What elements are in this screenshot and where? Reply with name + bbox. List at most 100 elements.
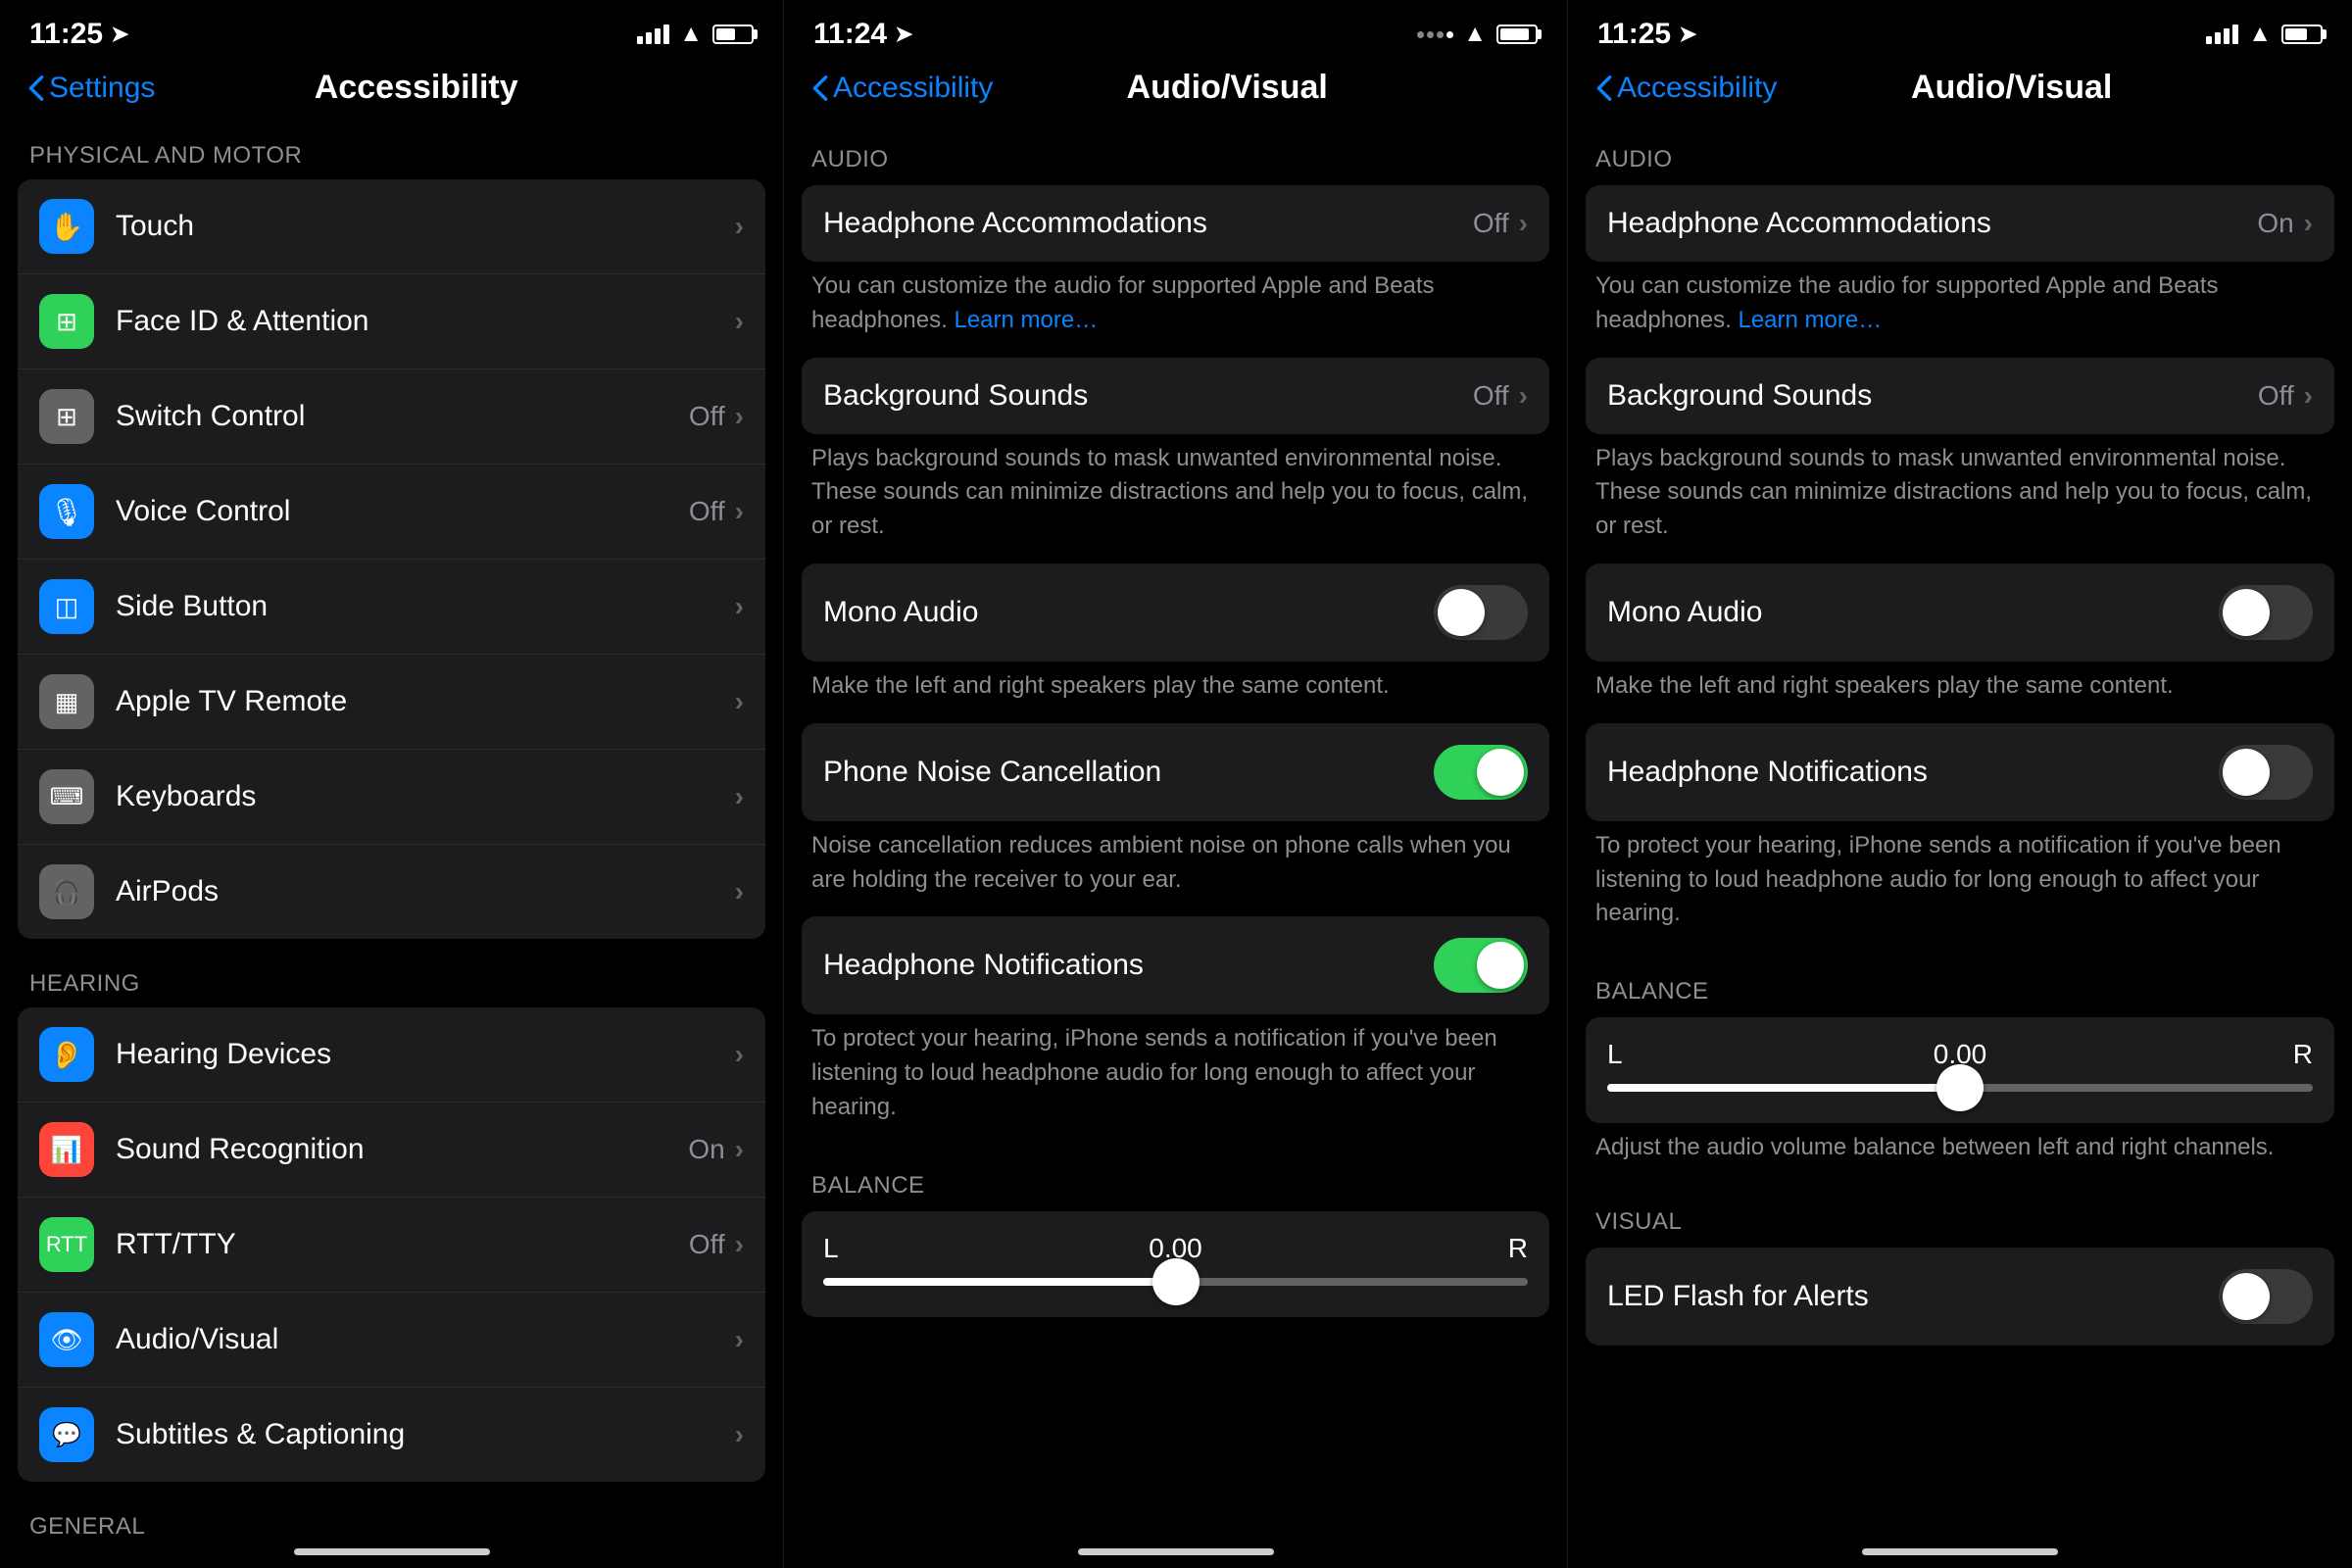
headphone-acc-desc: You can customize the audio for supporte… — [784, 270, 1567, 358]
touch-icon: ✋ — [39, 199, 94, 254]
scroll-content-3[interactable]: AUDIO Headphone Accommodations On › You … — [1568, 119, 2352, 1535]
balance-slider-track — [823, 1278, 1528, 1286]
balance-slider-container-3[interactable] — [1607, 1084, 2313, 1092]
subtitles-icon: 💬 — [39, 1407, 94, 1462]
subtitles-chevron: › — [735, 1419, 744, 1450]
scroll-content-2[interactable]: AUDIO Headphone Accommodations Off › You… — [784, 119, 1567, 1535]
switchcontrol-label: Switch Control — [116, 400, 689, 433]
learn-more-link-1[interactable]: Learn more… — [954, 307, 1098, 333]
noise-cancel-toggle[interactable] — [1434, 745, 1528, 800]
bg-sounds-card-3: Background Sounds Off › — [1586, 358, 2334, 434]
headphone-notif-card-3: Headphone Notifications — [1586, 723, 2334, 821]
list-item-voicecontrol[interactable]: 🎙 Voice Control Off › — [18, 465, 765, 560]
page-title-1: Accessibility — [76, 69, 756, 107]
mono-audio-knob — [1438, 589, 1485, 636]
rtttty-label: RTT/TTY — [116, 1228, 689, 1261]
bg-sounds-value-3: Off — [2258, 380, 2294, 412]
rtttty-value: Off — [689, 1229, 725, 1260]
wifi-icon-1: ▲ — [679, 21, 703, 48]
home-indicator-2 — [784, 1535, 1567, 1568]
headphone-acc-chevron-3: › — [2304, 208, 2313, 239]
balance-right-label-3: R — [2283, 1039, 2313, 1070]
list-item-rtttty[interactable]: RTT RTT/TTY Off › — [18, 1198, 765, 1293]
led-flash-knob — [2223, 1273, 2270, 1320]
list-item-sidebutton[interactable]: ◫ Side Button › — [18, 560, 765, 655]
headphone-notif-card: Headphone Notifications — [802, 916, 1549, 1014]
led-flash-card: LED Flash for Alerts — [1586, 1248, 2334, 1346]
status-bar-2: 11:24 ➤ ▲ — [784, 0, 1567, 61]
appletvremote-chevron: › — [735, 686, 744, 717]
mono-audio-row: Mono Audio — [802, 564, 1549, 662]
list-item-airpods[interactable]: 🎧 AirPods › — [18, 845, 765, 939]
voicecontrol-value: Off — [689, 496, 725, 527]
headphone-acc-card-3: Headphone Accommodations On › — [1586, 185, 2334, 262]
list-item-appletvremote[interactable]: ▦ Apple TV Remote › — [18, 655, 765, 750]
list-item-faceid[interactable]: ⊞ Face ID & Attention › — [18, 274, 765, 369]
status-bar-1: 11:25 ➤ ▲ — [0, 0, 783, 61]
headphone-notif-desc-3: To protect your hearing, iPhone sends a … — [1568, 829, 2352, 951]
headphone-notif-toggle[interactable] — [1434, 938, 1528, 993]
headphone-notif-toggle-3[interactable] — [2219, 745, 2313, 800]
led-flash-toggle[interactable] — [2219, 1269, 2313, 1324]
list-item-soundrecog[interactable]: 📊 Sound Recognition On › — [18, 1102, 765, 1198]
bg-sounds-desc-3: Plays background sounds to mask unwanted… — [1568, 442, 2352, 564]
airpods-label: AirPods — [116, 875, 735, 908]
scroll-content-1[interactable]: Physical and Motor ✋ Touch › ⊞ Face ID &… — [0, 119, 783, 1535]
list-item-touch[interactable]: ✋ Touch › — [18, 179, 765, 274]
audiovisual-icon: 👁 — [39, 1312, 94, 1367]
location-icon-2: ➤ — [895, 22, 912, 47]
dot1 — [1417, 31, 1424, 38]
hearingdevices-label: Hearing Devices — [116, 1038, 735, 1071]
soundrecog-label: Sound Recognition — [116, 1133, 688, 1166]
page-title-3: Audio/Visual — [1698, 69, 2325, 107]
headphone-acc-row-3[interactable]: Headphone Accommodations On › — [1586, 185, 2334, 262]
rtttty-chevron: › — [735, 1229, 744, 1260]
home-bar-2 — [1078, 1548, 1274, 1555]
bg-sounds-chevron-3: › — [2304, 380, 2313, 412]
signal-dots-2 — [1417, 31, 1453, 38]
keyboards-label: Keyboards — [116, 780, 735, 813]
faceid-label: Face ID & Attention — [116, 305, 735, 338]
bg-sounds-value: Off — [1473, 380, 1509, 412]
noise-cancel-desc: Noise cancellation reduces ambient noise… — [784, 829, 1567, 917]
headphone-notif-row: Headphone Notifications — [802, 916, 1549, 1014]
appletvremote-icon: ▦ — [39, 674, 94, 729]
balance-slider-container[interactable] — [823, 1278, 1528, 1286]
balance-label-2: BALANCE — [784, 1145, 1567, 1211]
audiovisual-chevron: › — [735, 1324, 744, 1355]
location-icon-3: ➤ — [1679, 22, 1696, 47]
airpods-icon: 🎧 — [39, 864, 94, 919]
section-header-general: General — [0, 1490, 783, 1535]
home-indicator-3 — [1568, 1535, 2352, 1568]
voicecontrol-label: Voice Control — [116, 495, 689, 528]
wifi-icon-2: ▲ — [1463, 21, 1487, 48]
sidebutton-icon: ◫ — [39, 579, 94, 634]
touch-chevron: › — [735, 211, 744, 242]
list-item-audiovisual[interactable]: 👁 Audio/Visual › — [18, 1293, 765, 1388]
switchcontrol-chevron: › — [735, 401, 744, 432]
nav-bar-2: Accessibility Audio/Visual — [784, 61, 1567, 119]
soundrecog-value: On — [688, 1134, 724, 1165]
list-item-hearingdevices[interactable]: 👂 Hearing Devices › — [18, 1007, 765, 1102]
mono-audio-card: Mono Audio — [802, 564, 1549, 662]
bg-sounds-row[interactable]: Background Sounds Off › — [802, 358, 1549, 434]
bg-sounds-row-3[interactable]: Background Sounds Off › — [1586, 358, 2334, 434]
page-title-2: Audio/Visual — [914, 69, 1540, 107]
list-item-keyboards[interactable]: ⌨ Keyboards › — [18, 750, 765, 845]
voicecontrol-chevron: › — [735, 496, 744, 527]
signal-icon-1 — [637, 24, 669, 44]
hearingdevices-chevron: › — [735, 1039, 744, 1070]
list-item-subtitles[interactable]: 💬 Subtitles & Captioning › — [18, 1388, 765, 1482]
switchcontrol-value: Off — [689, 401, 725, 432]
balance-slider-track-3 — [1607, 1084, 2313, 1092]
mono-audio-toggle[interactable] — [1434, 585, 1528, 640]
home-bar-3 — [1862, 1548, 2058, 1555]
balance-desc-3: Adjust the audio volume balance between … — [1568, 1131, 2352, 1185]
dot2 — [1427, 31, 1434, 38]
mono-audio-toggle-3[interactable] — [2219, 585, 2313, 640]
learn-more-link-3[interactable]: Learn more… — [1738, 307, 1882, 333]
headphone-acc-row[interactable]: Headphone Accommodations Off › — [802, 185, 1549, 262]
time-2: 11:24 — [813, 18, 887, 51]
list-item-switchcontrol[interactable]: ⊞ Switch Control Off › — [18, 369, 765, 465]
dot3 — [1437, 31, 1444, 38]
